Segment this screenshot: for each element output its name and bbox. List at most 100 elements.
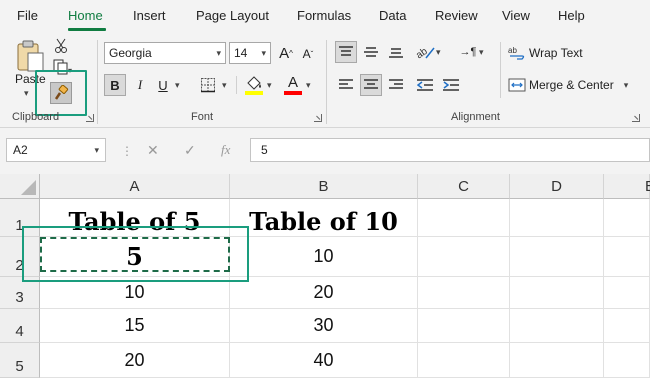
tab-insert[interactable]: Insert bbox=[133, 8, 166, 23]
fill-color-dropdown-icon[interactable]: ▾ bbox=[267, 80, 272, 91]
cell-c3[interactable] bbox=[418, 277, 510, 309]
insert-function-icon[interactable]: fx bbox=[221, 142, 230, 158]
cell-c2[interactable] bbox=[418, 237, 510, 277]
wrap-text-icon: ab bbox=[508, 46, 525, 60]
cell-b2[interactable]: 10 bbox=[230, 237, 418, 277]
tab-help[interactable]: Help bbox=[558, 8, 585, 23]
fill-color-icon[interactable] bbox=[243, 73, 265, 97]
select-all-corner[interactable] bbox=[0, 174, 40, 199]
row-header-5[interactable]: 5 bbox=[0, 343, 40, 378]
cell-b1[interactable]: Table of 10 bbox=[230, 199, 418, 237]
alignment-launcher-icon[interactable] bbox=[632, 114, 640, 122]
merge-dropdown-icon[interactable]: ▾ bbox=[624, 80, 629, 91]
tab-data[interactable]: Data bbox=[379, 8, 406, 23]
bottom-align-icon[interactable] bbox=[385, 41, 407, 63]
cell-e2[interactable] bbox=[604, 237, 650, 277]
underline-dropdown-icon[interactable]: ▾ bbox=[175, 80, 180, 91]
cell-b5[interactable]: 40 bbox=[230, 343, 418, 378]
cell-d2[interactable] bbox=[510, 237, 604, 277]
column-header-b[interactable]: B bbox=[230, 174, 418, 199]
name-box[interactable]: A2 ▾ bbox=[6, 138, 106, 162]
align-center-icon[interactable] bbox=[360, 74, 382, 96]
cell-b4[interactable]: 30 bbox=[230, 309, 418, 343]
font-size-field[interactable]: 14 ▾ bbox=[229, 42, 271, 64]
borders-dropdown-icon[interactable]: ▾ bbox=[222, 80, 227, 91]
rtl-dropdown-icon[interactable]: ▾ bbox=[479, 47, 484, 58]
cell-a5[interactable]: 20 bbox=[40, 343, 230, 378]
shrink-font-icon[interactable]: Aˇ bbox=[298, 44, 318, 64]
cancel-icon[interactable]: ✕ bbox=[147, 142, 159, 159]
paste-icon[interactable] bbox=[12, 38, 48, 74]
font-color-dropdown-icon[interactable]: ▾ bbox=[306, 80, 311, 91]
cell-b3[interactable]: 20 bbox=[230, 277, 418, 309]
font-name-field[interactable]: Georgia ▾ bbox=[104, 42, 226, 64]
rtl-icon[interactable]: →¶ bbox=[456, 41, 480, 63]
column-header-c[interactable]: C bbox=[418, 174, 510, 199]
cell-a1[interactable]: Table of 5 bbox=[40, 199, 230, 237]
cell-d3[interactable] bbox=[510, 277, 604, 309]
font-launcher-icon[interactable] bbox=[314, 114, 322, 122]
merge-center-button[interactable]: Merge & Center ▾ bbox=[508, 74, 633, 96]
align-left-icon[interactable] bbox=[335, 74, 357, 96]
cell-a2[interactable]: 5 bbox=[40, 237, 230, 277]
cell-d5[interactable] bbox=[510, 343, 604, 378]
group-divider bbox=[326, 40, 327, 124]
group-divider bbox=[97, 40, 98, 124]
name-box-dropdown-icon[interactable]: ▾ bbox=[94, 145, 99, 156]
cell-e1[interactable] bbox=[604, 199, 650, 237]
formula-value: 5 bbox=[261, 143, 268, 157]
tab-home[interactable]: Home bbox=[68, 8, 103, 23]
row-header-2[interactable]: 2 bbox=[0, 237, 40, 277]
top-align-icon[interactable] bbox=[335, 41, 357, 63]
cell-c4[interactable] bbox=[418, 309, 510, 343]
paste-dropdown-icon[interactable]: ▾ bbox=[24, 88, 29, 99]
clipboard-launcher-icon[interactable] bbox=[86, 114, 94, 122]
increase-indent-icon[interactable] bbox=[440, 74, 462, 96]
tab-review[interactable]: Review bbox=[435, 8, 478, 23]
font-divider bbox=[236, 76, 237, 94]
italic-button[interactable]: I bbox=[130, 74, 150, 96]
tab-file[interactable]: File bbox=[17, 8, 38, 23]
font-size-dropdown-icon[interactable]: ▾ bbox=[261, 48, 266, 59]
decrease-indent-icon[interactable] bbox=[414, 74, 436, 96]
format-painter-highlight bbox=[35, 70, 87, 116]
row-header-1[interactable]: 1 bbox=[0, 199, 40, 237]
tab-formulas[interactable]: Formulas bbox=[297, 8, 351, 23]
cell-e5[interactable] bbox=[604, 343, 650, 378]
row-header-4[interactable]: 4 bbox=[0, 309, 40, 343]
orientation-icon[interactable]: ab bbox=[414, 41, 438, 63]
formula-input[interactable]: 5 bbox=[250, 138, 650, 162]
column-header-a[interactable]: A bbox=[40, 174, 230, 199]
bold-button[interactable]: B bbox=[104, 74, 126, 96]
font-color-icon[interactable]: A bbox=[282, 73, 304, 97]
cell-e3[interactable] bbox=[604, 277, 650, 309]
tab-page-layout[interactable]: Page Layout bbox=[196, 8, 269, 23]
middle-align-icon[interactable] bbox=[360, 41, 382, 63]
cell-a3[interactable]: 10 bbox=[40, 277, 230, 309]
orientation-dropdown-icon[interactable]: ▾ bbox=[436, 47, 441, 58]
cell-e4[interactable] bbox=[604, 309, 650, 343]
formula-bar-grip-icon[interactable]: ⋮ bbox=[121, 144, 133, 158]
column-header-d[interactable]: D bbox=[510, 174, 604, 199]
clipboard-group-label: Clipboard bbox=[12, 111, 60, 123]
row-header-3[interactable]: 3 bbox=[0, 277, 40, 309]
cell-d4[interactable] bbox=[510, 309, 604, 343]
cell-c1[interactable] bbox=[418, 199, 510, 237]
tab-view[interactable]: View bbox=[502, 8, 530, 23]
cell-a4[interactable]: 15 bbox=[40, 309, 230, 343]
active-tab-indicator bbox=[68, 28, 106, 31]
wrap-text-button[interactable]: ab Wrap Text bbox=[508, 42, 628, 64]
borders-icon[interactable] bbox=[198, 75, 218, 95]
underline-button[interactable]: U bbox=[153, 74, 173, 96]
column-header-e[interactable]: E bbox=[604, 174, 650, 199]
name-box-value: A2 bbox=[13, 143, 28, 157]
cell-d1[interactable] bbox=[510, 199, 604, 237]
font-name-dropdown-icon[interactable]: ▾ bbox=[216, 48, 221, 59]
alignment-group-label: Alignment bbox=[451, 111, 500, 123]
grow-font-icon[interactable]: A ^ bbox=[276, 42, 296, 64]
enter-icon[interactable]: ✓ bbox=[184, 142, 196, 159]
cut-icon[interactable] bbox=[53, 38, 69, 54]
align-right-icon[interactable] bbox=[385, 74, 407, 96]
cell-c5[interactable] bbox=[418, 343, 510, 378]
svg-text:ab: ab bbox=[416, 46, 430, 60]
